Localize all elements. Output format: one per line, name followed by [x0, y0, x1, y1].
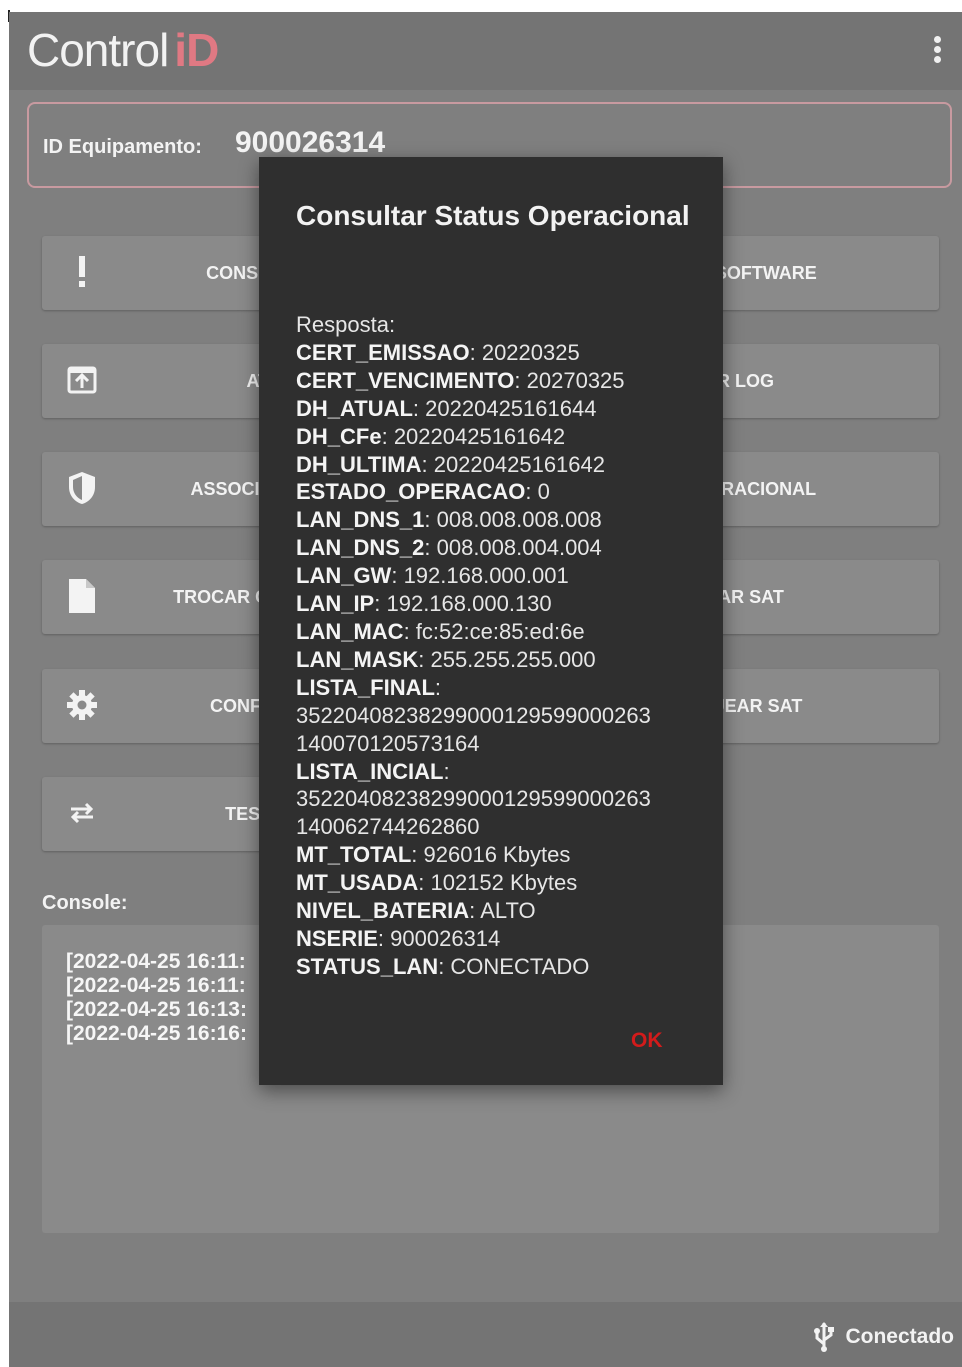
field-key: ESTADO_OPERACAO — [296, 479, 526, 505]
response-field: LISTA_INCIAL: 35220408238299000129599000… — [296, 758, 651, 840]
field-value: 192.168.000.001 — [403, 563, 569, 589]
field-value: 008.008.008.008 — [436, 507, 602, 533]
response-field: CERT_VENCIMENTO: 20270325 — [296, 367, 625, 393]
field-key: CERT_VENCIMENTO — [296, 367, 515, 393]
response-field: CERT_EMISSAO: 20220325 — [296, 339, 580, 365]
field-value: 900026314 — [390, 925, 501, 951]
field-key: NSERIE — [296, 925, 378, 951]
field-value: 20220325 — [481, 339, 580, 365]
status-text: Conectado — [845, 1325, 954, 1348]
field-key: CERT_EMISSAO — [296, 339, 470, 365]
response-field: NIVEL_BATERIA: ALTO — [296, 898, 536, 924]
bottom-status-bar: Conectado — [9, 1302, 962, 1367]
field-value: 20220425161642 — [433, 451, 605, 477]
field-value: 35220408238299000129599000263 1400627442… — [296, 786, 651, 840]
field-key: LAN_MAC — [296, 618, 404, 644]
field-key: LAN_DNS_2 — [296, 535, 425, 561]
console-label: Console: — [42, 892, 128, 914]
response-field: MT_TOTAL: 926016 Kbytes — [296, 842, 571, 868]
field-value: fc:52:ce:85:ed:6e — [415, 618, 585, 644]
field-key: LISTA_FINAL — [296, 674, 435, 700]
console-line: [2022-04-25 16:11: — [66, 950, 246, 973]
response-field: LISTA_FINAL: 352204082382990001295990002… — [296, 674, 651, 756]
field-value: 20220425161642 — [393, 423, 566, 449]
field-value: 008.008.004.004 — [436, 535, 602, 561]
console-line: [2022-04-25 16:13: — [66, 998, 247, 1021]
dialog-title: Consultar Status Operacional — [296, 200, 690, 231]
equipment-id-value: 900026314 — [235, 126, 386, 159]
response-field: LAN_GW: 192.168.000.001 — [296, 563, 569, 589]
app-bar: Control iD — [9, 12, 962, 90]
field-key: NIVEL_BATERIA — [296, 898, 470, 924]
field-value: 0 — [537, 479, 550, 505]
upload-box-icon — [64, 362, 100, 398]
more-vert-icon[interactable] — [934, 36, 942, 66]
response-field: DH_CFe: 20220425161642 — [296, 423, 566, 449]
logo: Control iD — [27, 20, 219, 80]
response-field: LAN_MASK: 255.255.255.000 — [296, 646, 596, 672]
response-field: ESTADO_OPERACAO: 0 — [296, 479, 550, 505]
field-value: 35220408238299000129599000263 1400701205… — [296, 702, 651, 756]
field-key: DH_ULTIMA — [296, 451, 422, 477]
field-key: LAN_GW — [296, 563, 392, 589]
field-key: DH_CFe — [296, 423, 382, 449]
ok-button[interactable]: OK — [631, 1029, 663, 1053]
response-field: MT_USADA: 102152 Kbytes — [296, 870, 578, 896]
response-field: STATUS_LAN: CONECTADO — [296, 953, 590, 979]
gear-icon — [64, 687, 100, 723]
field-key: MT_TOTAL — [296, 842, 412, 868]
field-value: 20270325 — [526, 367, 625, 393]
field-value: CONECTADO — [450, 953, 590, 979]
file-icon — [64, 578, 100, 614]
field-key: STATUS_LAN — [296, 953, 439, 979]
field-key: MT_USADA — [296, 870, 419, 896]
response-field: LAN_DNS_2: 008.008.004.004 — [296, 535, 602, 561]
response-field: DH_ATUAL: 20220425161644 — [296, 395, 597, 421]
swap-arrows-icon — [64, 795, 100, 831]
field-key: LAN_DNS_1 — [296, 507, 425, 533]
response-label: Resposta: — [296, 312, 396, 337]
field-value: 20220425161644 — [425, 395, 597, 421]
dialog-body: Resposta: CERT_EMISSAO: 20220325 CERT_VEN… — [296, 311, 716, 981]
logo-accent: iD — [174, 24, 219, 76]
field-key: DH_ATUAL — [296, 395, 413, 421]
field-value: 926016 Kbytes — [423, 842, 571, 868]
field-value: 192.168.000.130 — [386, 591, 552, 617]
equipment-id-label: ID Equipamento: — [43, 136, 202, 158]
response-field: LAN_MAC: fc:52:ce:85:ed:6e — [296, 618, 585, 644]
response-field: DH_ULTIMA: 20220425161642 — [296, 451, 605, 477]
connection-status: Conectado — [813, 1322, 954, 1352]
field-value: 255.255.255.000 — [430, 646, 596, 672]
response-field: LAN_IP: 192.168.000.130 — [296, 591, 552, 617]
field-key: LAN_MASK — [296, 646, 419, 672]
field-value: ALTO — [480, 898, 536, 924]
logo-text: Control — [27, 24, 169, 76]
field-key: LAN_IP — [296, 591, 375, 617]
field-value: 102152 Kbytes — [430, 870, 578, 896]
console-line: [2022-04-25 16:11: — [66, 974, 246, 997]
response-field: LAN_DNS_1: 008.008.008.008 — [296, 507, 602, 533]
status-dialog: Consultar Status Operacional Resposta: C… — [259, 157, 723, 1085]
response-field: NSERIE: 900026314 — [296, 925, 501, 951]
console-line: [2022-04-25 16:16: — [66, 1022, 247, 1045]
exclamation-icon — [64, 254, 100, 290]
shield-icon — [64, 470, 100, 506]
field-key: LISTA_INCIAL — [296, 758, 444, 784]
usb-icon — [814, 1322, 835, 1352]
